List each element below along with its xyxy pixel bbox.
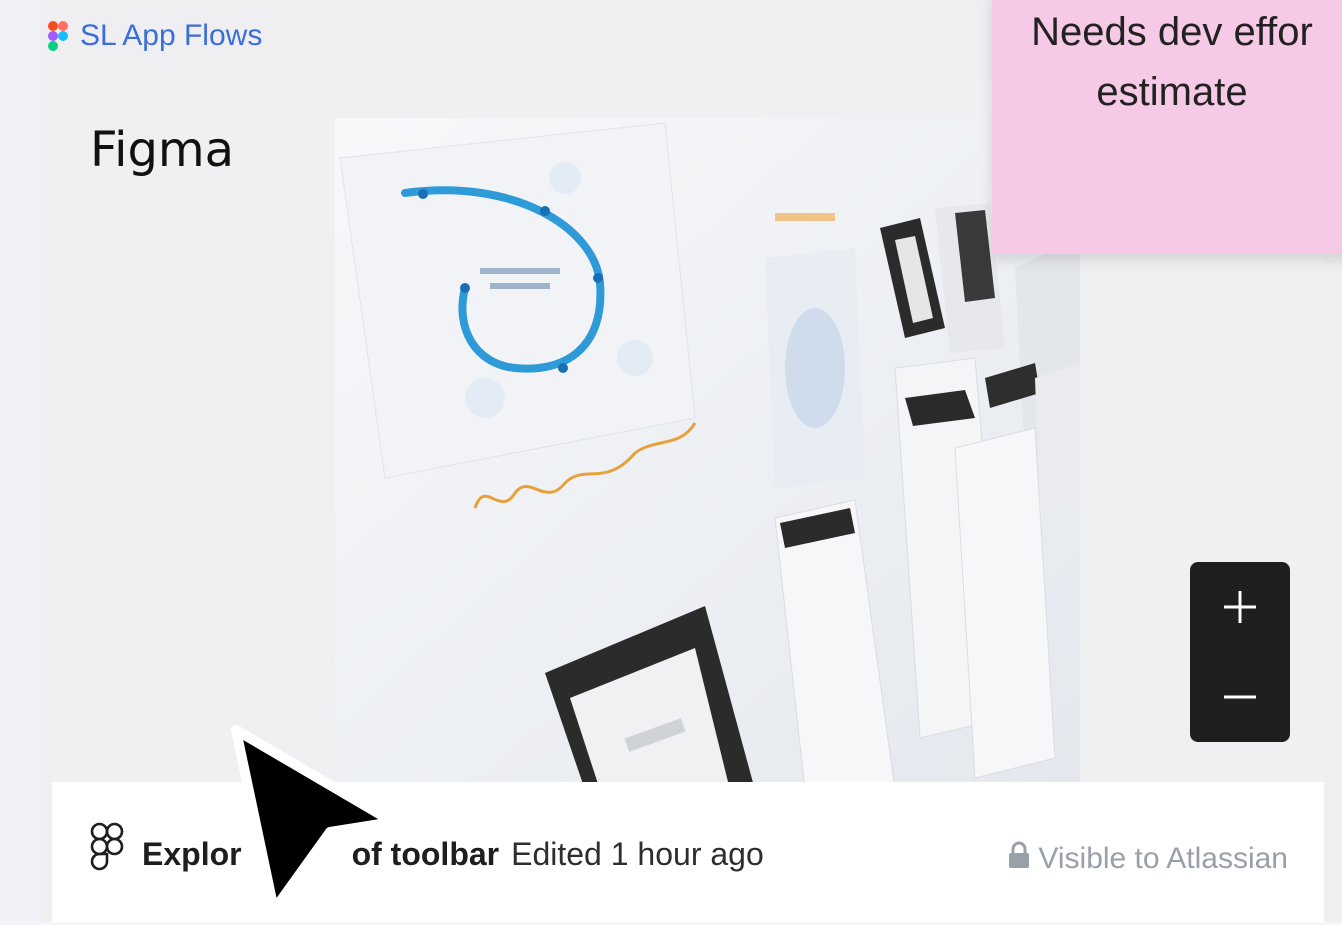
embed-link[interactable]: SL App Flows	[48, 14, 262, 58]
arrow-cursor-icon	[228, 720, 408, 925]
whiteboard-canvas-edge	[0, 0, 40, 922]
sticky-note[interactable]: Needs dev effor estimate	[992, 0, 1342, 254]
figma-logo-icon	[48, 21, 68, 51]
embed-link-label[interactable]: SL App Flows	[80, 19, 262, 53]
plus-icon	[1224, 591, 1256, 623]
preview-image	[335, 118, 1080, 790]
zoom-controls	[1190, 562, 1290, 742]
figma-logo-outline-icon	[90, 822, 124, 886]
lock-icon	[1008, 841, 1030, 877]
file-name[interactable]: Explor	[142, 836, 242, 873]
visibility-status: Visible to Atlassian	[1008, 836, 1288, 882]
edited-timestamp: Edited 1 hour ago	[511, 835, 764, 872]
zoom-in-button[interactable]	[1190, 562, 1290, 652]
file-info[interactable]: Explor of toolbar Edited 1 hour ago	[90, 822, 764, 882]
sticky-note-line2: estimate	[1096, 70, 1248, 114]
visibility-label: Visible to Atlassian	[1038, 842, 1288, 875]
minus-icon	[1224, 695, 1256, 699]
sticky-note-line1: Needs dev effor	[1031, 10, 1313, 54]
preview-title: Figma	[90, 122, 235, 178]
zoom-out-button[interactable]	[1190, 652, 1290, 742]
